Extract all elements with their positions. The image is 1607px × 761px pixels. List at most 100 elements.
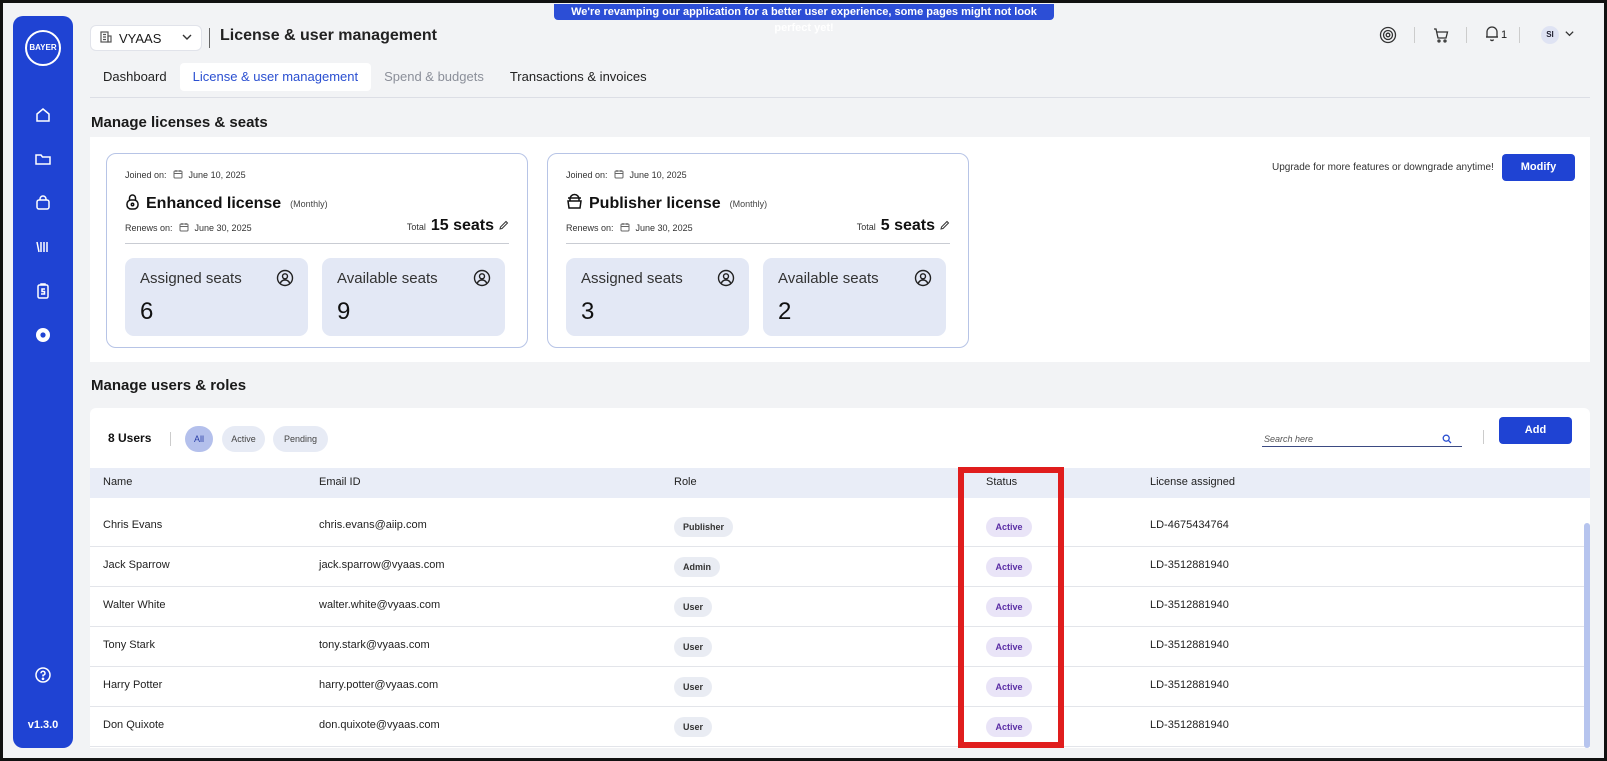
joined-label: Joined on: xyxy=(566,170,608,180)
workspace-selector[interactable]: VYAAS xyxy=(90,25,202,51)
table-row[interactable]: Don Quixote don.quixote@vyaas.com User A… xyxy=(90,707,1590,747)
library-icon[interactable] xyxy=(34,238,52,256)
user-menu[interactable]: SI xyxy=(1541,25,1575,45)
column-header-email[interactable]: Email ID xyxy=(319,476,361,488)
calendar-icon xyxy=(620,222,630,234)
user-circle-icon xyxy=(276,269,294,292)
assigned-seats-value: 3 xyxy=(581,298,595,325)
announcement-banner: We're revamping our application for a be… xyxy=(554,4,1054,34)
home-icon[interactable] xyxy=(34,106,52,124)
renews-row: Renews on: June 30, 2025 xyxy=(566,222,693,234)
column-header-license[interactable]: License assigned xyxy=(1150,476,1235,488)
license-card-enhanced: Joined on: June 10, 2025 Enhanced licens… xyxy=(106,153,528,348)
license-period: (Monthly) xyxy=(729,199,768,209)
table-row[interactable]: Tony Stark tony.stark@vyaas.com User Act… xyxy=(90,627,1590,667)
table-row[interactable]: Harry Potter harry.potter@vyaas.com User… xyxy=(90,667,1590,707)
search-icon[interactable] xyxy=(1442,431,1452,449)
table-scrollbar[interactable] xyxy=(1584,523,1590,748)
filter-active[interactable]: Active xyxy=(222,426,265,452)
publisher-icon xyxy=(566,193,583,215)
chevron-down-icon xyxy=(1564,26,1575,44)
status-badge: Active xyxy=(986,557,1032,577)
total-seats-value: 15 seats xyxy=(430,217,494,234)
licenses-section-title: Manage licenses & seats xyxy=(91,114,268,131)
card-divider xyxy=(125,243,509,244)
user-circle-icon xyxy=(473,269,491,292)
edit-pencil-icon[interactable] xyxy=(499,220,509,232)
tab-transactions-invoices[interactable]: Transactions & invoices xyxy=(497,63,660,91)
bayer-logo[interactable]: BAYER xyxy=(25,30,61,66)
tabs-divider xyxy=(90,97,1590,98)
license-title-row: Publisher license (Monthly) xyxy=(566,193,767,215)
tab-license-user-management[interactable]: License & user management xyxy=(179,63,372,91)
role-badge: Publisher xyxy=(674,517,734,537)
bag-icon[interactable] xyxy=(34,194,52,212)
joined-row: Joined on: June 10, 2025 xyxy=(125,169,246,181)
cart-icon[interactable] xyxy=(1432,25,1450,45)
status-badge: Active xyxy=(986,677,1032,697)
license-title: Publisher license xyxy=(589,195,721,212)
tab-dashboard[interactable]: Dashboard xyxy=(90,63,180,91)
calendar-icon xyxy=(179,222,189,234)
license-card-publisher: Joined on: June 10, 2025 Publisher licen… xyxy=(547,153,969,348)
modify-button[interactable]: Modify xyxy=(1502,154,1575,181)
filter-pending[interactable]: Pending xyxy=(273,426,328,452)
available-seats-label: Available seats xyxy=(778,270,879,287)
user-email: walter.white@vyaas.com xyxy=(319,599,441,611)
bell-icon xyxy=(1484,24,1500,47)
settings-icon[interactable] xyxy=(34,326,52,344)
total-label: Total xyxy=(856,222,876,232)
notification-count: 1 xyxy=(1501,29,1508,41)
user-circle-icon xyxy=(717,269,735,292)
user-email: jack.sparrow@vyaas.com xyxy=(319,559,445,571)
assigned-seats-label: Assigned seats xyxy=(140,270,242,287)
joined-date: June 10, 2025 xyxy=(188,170,246,180)
column-header-name[interactable]: Name xyxy=(103,476,132,488)
renews-label: Renews on: xyxy=(125,223,173,233)
globe-icon[interactable] xyxy=(1379,25,1397,45)
total-seats: Total 5 seats xyxy=(857,217,950,235)
status-badge: Active xyxy=(986,597,1032,617)
license-title-row: Enhanced license (Monthly) xyxy=(125,193,328,215)
sidebar: BAYER v1.3.0 xyxy=(13,16,73,748)
user-name: Don Quixote xyxy=(103,719,165,731)
role-badge: Admin xyxy=(674,557,720,577)
notifications-button[interactable]: 1 xyxy=(1484,25,1507,45)
users-section-title: Manage users & roles xyxy=(91,377,247,394)
column-header-status[interactable]: Status xyxy=(986,476,1017,488)
search-placeholder: Search here xyxy=(1264,434,1314,444)
search-input[interactable]: Search here xyxy=(1262,425,1462,447)
clipboard-dollar-icon[interactable] xyxy=(34,282,52,300)
user-circle-icon xyxy=(914,269,932,292)
table-row[interactable]: Walter White walter.white@vyaas.com User… xyxy=(90,587,1590,627)
avatar: SI xyxy=(1541,26,1559,44)
role-badge: User xyxy=(674,717,713,737)
renews-date: June 30, 2025 xyxy=(635,223,693,233)
user-name: Jack Sparrow xyxy=(103,559,170,571)
available-seats-box: Available seats 2 xyxy=(763,258,946,336)
column-header-role[interactable]: Role xyxy=(674,476,697,488)
license-id: LD-3512881940 xyxy=(1150,599,1229,611)
filter-all[interactable]: All xyxy=(185,426,213,452)
help-icon[interactable] xyxy=(34,666,52,684)
table-row[interactable]: Jack Sparrow jack.sparrow@vyaas.com Admi… xyxy=(90,547,1590,587)
calendar-icon xyxy=(173,169,183,181)
edit-pencil-icon[interactable] xyxy=(940,220,950,232)
role-badge: User xyxy=(674,677,713,697)
available-seats-value: 9 xyxy=(337,298,351,325)
header-divider xyxy=(209,28,210,48)
header-separator xyxy=(1466,27,1467,43)
license-title: Enhanced license xyxy=(146,195,282,212)
role-badge: User xyxy=(674,637,713,657)
folder-icon[interactable] xyxy=(34,150,52,168)
header-separator xyxy=(1414,27,1415,43)
building-icon xyxy=(99,30,113,47)
tab-spend-budgets[interactable]: Spend & budgets xyxy=(371,63,497,91)
chevron-down-icon xyxy=(181,31,193,46)
license-period: (Monthly) xyxy=(290,199,328,209)
add-user-button[interactable]: Add xyxy=(1499,417,1572,444)
table-row[interactable]: Chris Evans chris.evans@aiip.com Publish… xyxy=(90,507,1590,547)
status-badge: Active xyxy=(986,637,1032,657)
status-badge: Active xyxy=(986,717,1032,737)
workspace-name: VYAAS xyxy=(119,30,162,46)
